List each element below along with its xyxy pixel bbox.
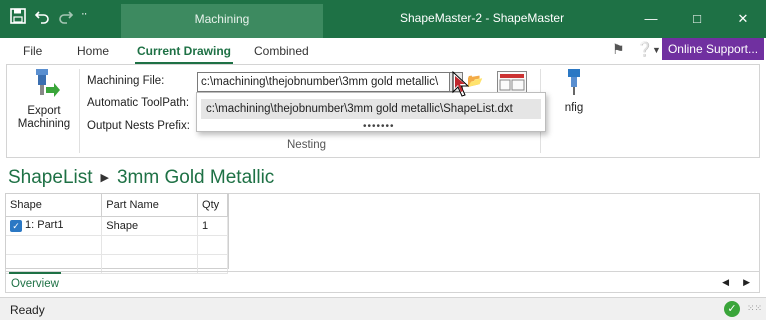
checkbox-checked-icon[interactable]: ✓ — [10, 219, 22, 232]
dropdown-item-shapelist[interactable]: c:\machining\thejobnumber\3mm gold metal… — [201, 99, 541, 119]
breadcrumb-chevron-icon: ▶ — [100, 172, 109, 185]
redo-icon[interactable] — [58, 8, 74, 28]
output-prefix-label: Output Nests Prefix: — [87, 120, 190, 132]
help-icon[interactable]: ❔ — [636, 41, 653, 58]
tab-combined[interactable]: Combined — [254, 44, 309, 58]
bottom-tab-bar: Overview ◀ ▶ — [5, 271, 760, 293]
status-ok-icon: ✓ — [724, 301, 740, 317]
cell-part-name[interactable]: Shape — [101, 216, 199, 236]
ribbon-tab-bar: File Home Current Drawing Combined ⚑ ❔ ▼ — [0, 38, 766, 64]
ribbon-divider — [79, 69, 80, 153]
export-label-line1: Export — [27, 105, 61, 117]
close-icon[interactable]: ✕ — [720, 0, 766, 38]
column-header-shape[interactable]: Shape — [6, 194, 103, 217]
nesting-group-label: Nesting — [287, 139, 326, 151]
config-icon — [568, 69, 580, 95]
minimize-icon[interactable]: — — [628, 0, 674, 38]
tab-current-drawing[interactable]: Current Drawing — [134, 44, 234, 64]
export-machining-icon — [28, 69, 60, 103]
table-row-empty — [6, 235, 228, 255]
machining-file-label: Machining File: — [87, 75, 165, 87]
column-header-qty[interactable]: Qty — [197, 194, 228, 217]
resize-grip-icon[interactable]: ⁙⁙ — [747, 303, 762, 314]
auto-toolpath-label: Automatic ToolPath: — [87, 97, 190, 109]
dropdown-resize-grip[interactable]: ••••••• — [363, 121, 395, 132]
qat-customize-icon[interactable]: ¨ — [82, 9, 87, 27]
feedback-icon[interactable]: ⚑ — [612, 41, 625, 58]
machining-file-dropdown: c:\machining\thejobnumber\3mm gold metal… — [196, 92, 546, 132]
maximize-icon[interactable]: □ — [674, 0, 720, 38]
grid-header-row: Shape Part Name Qty — [6, 194, 228, 217]
cell-shape-text: 1: Part1 — [25, 219, 64, 232]
scroll-right-icon[interactable]: ▶ — [743, 277, 750, 288]
column-header-part-name[interactable]: Part Name — [101, 194, 199, 217]
status-text: Ready — [10, 303, 45, 317]
tab-home[interactable]: Home — [77, 44, 109, 58]
context-tab-machining: Machining — [121, 4, 323, 38]
breadcrumb: ShapeList ▶ 3mm Gold Metallic — [8, 167, 274, 189]
quick-access-toolbar: ¨ — [10, 8, 87, 28]
status-bar: Ready ✓ ⁙⁙ — [0, 297, 766, 320]
title-bar: ¨ Machining ShapeMaster-2 - ShapeMaster … — [0, 0, 766, 38]
export-machining-button[interactable]: Export Machining — [13, 69, 75, 131]
cell-shape[interactable]: ✓ 1: Part1 — [6, 216, 103, 236]
window-controls: — □ ✕ — [628, 0, 766, 38]
nest-sheet-icon[interactable] — [497, 71, 527, 93]
cell-qty[interactable]: 1 — [197, 216, 228, 236]
table-row[interactable]: ✓ 1: Part1 Shape 1 — [6, 216, 228, 236]
tab-overview[interactable]: Overview — [9, 272, 61, 290]
save-icon[interactable] — [10, 8, 26, 28]
breadcrumb-root[interactable]: ShapeList — [8, 167, 93, 188]
config-label: nfig — [564, 102, 584, 114]
config-button[interactable]: nfig — [551, 69, 597, 114]
export-label-line2: Machining — [17, 118, 71, 130]
help-dropdown-icon[interactable]: ▼ — [652, 45, 661, 55]
window-title: ShapeMaster-2 - ShapeMaster — [400, 11, 565, 25]
scroll-left-icon[interactable]: ◀ — [722, 277, 729, 288]
undo-icon[interactable] — [34, 8, 50, 28]
breadcrumb-current: 3mm Gold Metallic — [116, 167, 275, 188]
machining-file-combo[interactable]: c:\machining\thejobnumber\3mm gold metal… — [197, 72, 461, 92]
tab-file[interactable]: File — [23, 44, 42, 58]
shape-grid: Shape Part Name Qty ✓ 1: Part1 Shape 1 — [5, 193, 229, 274]
online-support-button[interactable]: Online Support... — [662, 38, 764, 60]
tab-scroll: ◀ ▶ — [722, 277, 750, 288]
mouse-cursor-icon — [451, 70, 471, 103]
